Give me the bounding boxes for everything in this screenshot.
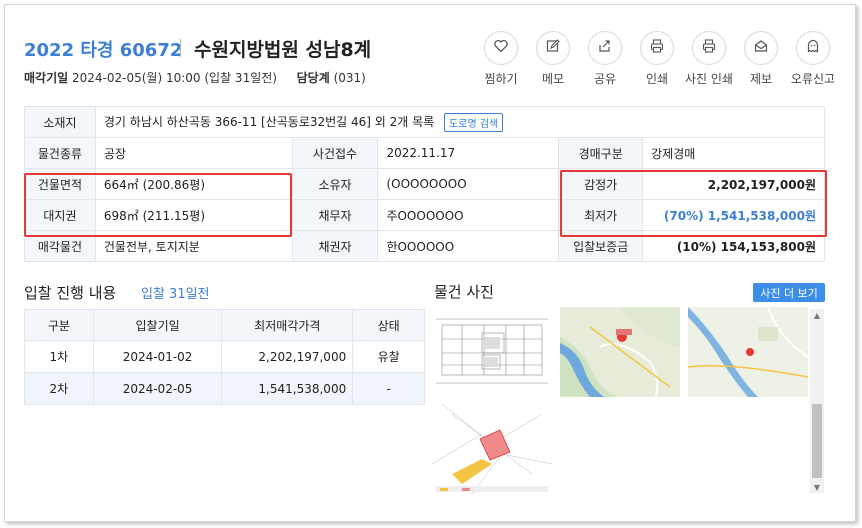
table-row: 2차 2024-02-05 1,541,538,000 -	[24, 372, 425, 405]
bid-date-cell: 2024-02-05	[92, 372, 223, 405]
appraisal-value: 2,202,197,000원	[642, 168, 825, 200]
creditor-label: 채권자	[291, 230, 379, 262]
ghost-icon	[805, 38, 821, 58]
title-divider	[180, 39, 181, 57]
memo-button[interactable]: 메모	[527, 31, 579, 87]
dept-value: (031)	[333, 71, 366, 85]
min-price-cell: 2,202,197,000	[221, 340, 354, 373]
owner-label: 소유자	[291, 168, 379, 200]
received-label: 사건접수	[291, 137, 379, 169]
scroll-down-arrow[interactable]: ▼	[810, 481, 824, 493]
sale-date-label: 매각기일	[24, 71, 69, 85]
bidding-dday: 입찰 31일전	[141, 287, 210, 302]
sale-item-value: 건물전부, 토지지분	[94, 230, 293, 262]
scroll-thumb[interactable]	[812, 404, 822, 478]
print-button[interactable]: 인쇄	[631, 31, 683, 87]
report-button[interactable]: 제보	[735, 31, 787, 87]
envelope-icon	[753, 38, 769, 58]
sale-date-value: 2024-02-05(월) 10:00 (입찰 31일전)	[72, 71, 277, 85]
debtor-value: 주OOOOOOO	[377, 199, 560, 231]
owner-value: (OOOOOOOO	[377, 168, 560, 200]
deposit-label: 입찰보증금	[558, 230, 644, 262]
sale-item-label: 매각물건	[24, 230, 96, 262]
min-price-value: (70%) 1,541,538,000원	[642, 199, 825, 231]
sale-date-line: 매각기일 2024-02-05(월) 10:00 (입찰 31일전) 담당계 (…	[24, 69, 366, 86]
col-status: 상태	[352, 309, 425, 341]
court-name: 수원지방법원 성남8계	[194, 39, 372, 61]
pencil-icon	[545, 38, 561, 58]
gallery-scrollbar[interactable]: ▲ ▼	[810, 309, 824, 493]
printer-icon	[649, 38, 665, 58]
error-report-button[interactable]: 오류신고	[787, 31, 839, 87]
bidding-table: 구분 입찰기일 최저매각가격 상태 1차 2024-01-02 2,202,19…	[24, 309, 425, 405]
photo-print-label: 사진 인쇄	[685, 72, 733, 86]
printer-icon	[701, 38, 717, 58]
share-label: 공유	[593, 72, 617, 86]
debtor-label: 채무자	[291, 199, 379, 231]
bookmark-button[interactable]: 찜하기	[475, 31, 527, 87]
error-report-label: 오류신고	[790, 72, 836, 86]
round-cell: 2차	[24, 372, 94, 405]
scroll-up-arrow[interactable]: ▲	[810, 309, 824, 321]
col-round: 구분	[24, 309, 94, 341]
bid-date-cell: 2024-01-02	[92, 340, 223, 373]
creditor-value: 한OOOOOO	[377, 230, 560, 262]
type-value: 공장	[94, 137, 293, 169]
memo-label: 메모	[541, 72, 565, 86]
location-map-thumbnail[interactable]	[560, 307, 680, 397]
dept-label: 담당계	[296, 71, 330, 85]
heart-icon	[493, 38, 509, 58]
photos-section-title: 물건 사진	[434, 283, 494, 301]
land-right-label: 대지권	[24, 199, 96, 231]
road-search-button[interactable]: 도로명 검색	[444, 112, 504, 132]
case-number: 2022 타경 60672	[24, 40, 183, 61]
bidding-section-title: 입찰 진행 내용	[24, 284, 117, 302]
aerial-map-thumbnail[interactable]	[688, 307, 808, 397]
report-label: 제보	[749, 72, 773, 86]
photo-print-button[interactable]: 사진 인쇄	[683, 31, 735, 87]
round-cell: 1차	[24, 340, 94, 373]
status-cell: -	[352, 372, 425, 405]
land-right-value: 698㎡ (211.15평)	[94, 199, 293, 231]
action-toolbar: 찜하기 메모 공유 인쇄 사진 인쇄 제보 오류신고	[475, 31, 839, 87]
min-price-cell: 1,541,538,000	[221, 372, 354, 405]
share-button[interactable]: 공유	[579, 31, 631, 87]
type-label: 물건종류	[24, 137, 96, 169]
received-value: 2022.11.17	[377, 137, 560, 169]
share-icon	[597, 38, 613, 58]
location-label: 소재지	[24, 106, 96, 138]
deposit-value: (10%) 154,153,800원	[642, 230, 825, 262]
status-cell: 유찰	[352, 340, 425, 373]
col-min-price: 최저매각가격	[221, 309, 354, 341]
auction-type-value: 강제경매	[642, 137, 825, 169]
more-photos-button[interactable]: 사진 더 보기	[753, 283, 825, 302]
min-price-label: 최저가	[558, 199, 644, 231]
case-info-table: 소재지 경기 하남시 하산곡동 366-11 [산곡동로32번길 46] 외 2…	[24, 106, 826, 262]
photo-gallery	[432, 307, 825, 494]
bookmark-label: 찜하기	[484, 72, 518, 86]
floor-plan-thumbnail[interactable]	[432, 307, 552, 397]
building-area-label: 건물면적	[24, 168, 96, 200]
print-label: 인쇄	[645, 72, 669, 86]
table-row: 1차 2024-01-02 2,202,197,000 유찰	[24, 340, 425, 373]
auction-type-label: 경매구분	[558, 137, 644, 169]
location-value: 경기 하남시 하산곡동 366-11 [산곡동로32번길 46] 외 2개 목록	[103, 114, 435, 129]
appraisal-label: 감정가	[558, 168, 644, 200]
cadastral-map-thumbnail[interactable]	[432, 404, 552, 494]
location-cell: 경기 하남시 하산곡동 366-11 [산곡동로32번길 46] 외 2개 목록…	[94, 106, 826, 138]
col-bid-date: 입찰기일	[92, 309, 223, 341]
building-area-value: 664㎡ (200.86평)	[94, 168, 293, 200]
